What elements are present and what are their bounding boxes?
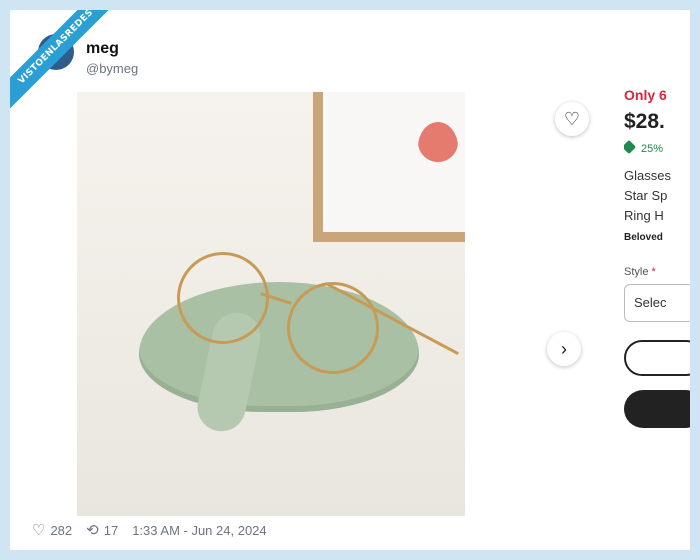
- chevron-right-icon: ›: [561, 338, 567, 359]
- retweet-count[interactable]: ⟲ 17: [86, 521, 118, 539]
- product-title-line[interactable]: Star Sp: [624, 188, 667, 203]
- tweet-card: VISTOENLASREDES meg @bymeg ♡ › Only 6 $2…: [10, 10, 690, 550]
- picture-frame: [313, 92, 465, 242]
- user-handle[interactable]: @bymeg: [86, 61, 138, 76]
- tweet-footer: ♡ 282 ⟲ 17 1:33 AM - Jun 24, 2024: [32, 516, 267, 544]
- discount-badge: 25%: [624, 139, 663, 155]
- product-title-line[interactable]: Glasses: [624, 168, 671, 183]
- like-count[interactable]: ♡ 282: [32, 521, 72, 539]
- buy-now-button[interactable]: [624, 390, 690, 428]
- product-title-line[interactable]: Ring H: [624, 208, 664, 223]
- retweet-icon: ⟲: [86, 522, 99, 539]
- glasses-lens-right: [287, 282, 379, 374]
- product-price: $28.: [624, 110, 665, 133]
- heart-icon: ♡: [563, 108, 581, 129]
- user-name[interactable]: meg: [86, 40, 119, 58]
- glasses-lens-left: [177, 252, 269, 344]
- add-to-cart-button[interactable]: [624, 340, 690, 376]
- style-select[interactable]: Selec: [624, 284, 690, 322]
- product-details-panel: Only 6 $28. 25% Glasses Star Sp Ring H B…: [624, 10, 690, 550]
- shop-name[interactable]: Beloved: [624, 232, 663, 243]
- style-label: Style *: [624, 266, 656, 278]
- stock-notice: Only 6: [624, 87, 667, 103]
- favorite-button[interactable]: ♡: [555, 102, 589, 136]
- tweet-timestamp[interactable]: 1:33 AM - Jun 24, 2024: [132, 523, 266, 538]
- next-image-button[interactable]: ›: [547, 332, 581, 366]
- heart-outline-icon: ♡: [32, 522, 46, 539]
- tag-icon: [624, 139, 637, 155]
- product-photo[interactable]: [77, 92, 465, 516]
